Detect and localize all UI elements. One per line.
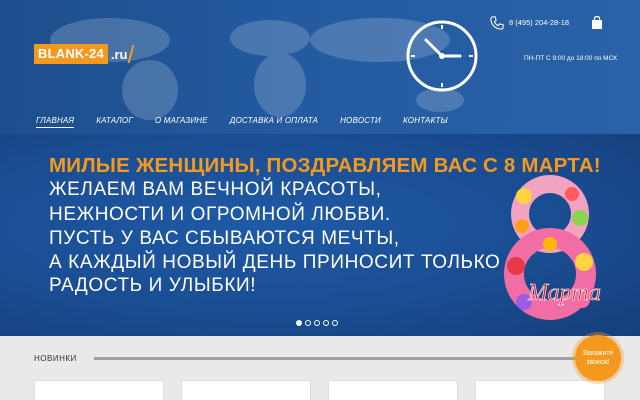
- section-divider: [94, 357, 620, 360]
- banner-line: НЕЖНОСТИ И ОГРОМНОЙ ЛЮБВИ.: [49, 204, 391, 225]
- banner-line: ЖЕЛАЕМ ВАМ ВЕЧНОЙ КРАСОТЫ,: [49, 179, 382, 200]
- phone-icon: [490, 16, 504, 30]
- section-title-new: НОВИНКИ: [34, 354, 77, 363]
- site-logo[interactable]: BLANK-24 .ru: [34, 44, 134, 64]
- slider-dots: [296, 320, 341, 326]
- slider-dot[interactable]: [296, 320, 302, 326]
- logo-text: BLANK-24: [34, 44, 108, 64]
- clock-icon: [406, 20, 478, 92]
- banner-image-caption: Марта: [527, 280, 601, 306]
- slider-dot[interactable]: [323, 320, 329, 326]
- shopping-bag-icon[interactable]: [591, 15, 603, 30]
- slider-dot[interactable]: [332, 320, 338, 326]
- nav-item-home[interactable]: ГЛАВНАЯ: [36, 116, 75, 128]
- callback-button[interactable]: Закажите звонок!: [575, 335, 621, 381]
- slider-dot[interactable]: [305, 320, 311, 326]
- working-hours: ПН-ПТ С 9:00 до 18:00 по МСК: [524, 55, 618, 62]
- product-card[interactable]: [328, 380, 458, 400]
- banner-line: А КАЖДЫЙ НОВЫЙ ДЕНЬ ПРИНОСИТ ТОЛЬКО: [49, 252, 501, 273]
- banner-title-part1: МИЛЫЕ ЖЕНЩИНЫ: [49, 154, 255, 177]
- nav-item-news[interactable]: НОВОСТИ: [340, 116, 381, 128]
- nav-item-catalog[interactable]: КАТАЛОГ: [96, 116, 133, 128]
- banner-line: РАДОСТЬ И УЛЫБКИ!: [49, 275, 257, 296]
- product-card[interactable]: [181, 380, 311, 400]
- product-card[interactable]: [475, 380, 605, 400]
- promo-banner[interactable]: МИЛЫЕ ЖЕНЩИНЫ, ПОЗДРАВЛЯЕМ ВАС С 8 МАРТА…: [0, 134, 640, 336]
- phone-number[interactable]: 8 (495) 204-28-18: [509, 18, 569, 27]
- nav-item-delivery[interactable]: ДОСТАВКА И ОПЛАТА: [230, 116, 318, 128]
- nav-item-about[interactable]: О МАГАЗИНЕ: [155, 116, 208, 128]
- nav-item-contacts[interactable]: КОНТАКТЫ: [403, 116, 448, 128]
- flower-eight-image: Марта: [504, 175, 601, 320]
- banner-line: ПУСТЬ У ВАС СБЫВАЮТСЯ МЕЧТЫ,: [49, 228, 400, 249]
- main-nav: ГЛАВНАЯ КАТАЛОГ О МАГАЗИНЕ ДОСТАВКА И ОП…: [36, 116, 470, 128]
- slider-dot[interactable]: [314, 320, 320, 326]
- site-header: BLANK-24 .ru 8 (495) 204-28-18 ПН-ПТ С 9…: [0, 0, 640, 134]
- logo-suffix: .ru: [110, 46, 128, 62]
- product-card[interactable]: [34, 380, 164, 400]
